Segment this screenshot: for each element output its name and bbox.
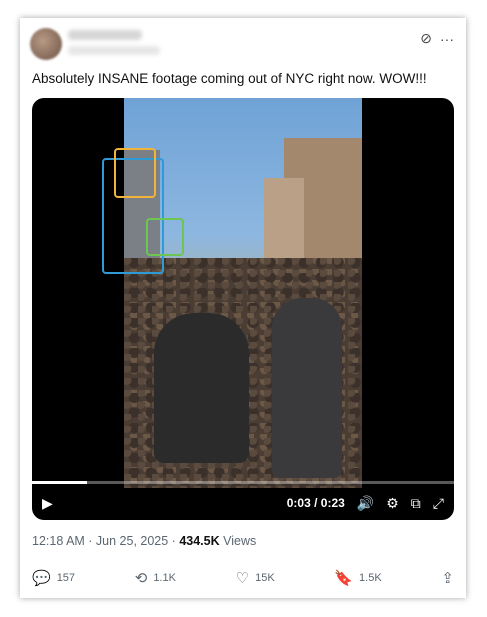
video-progress-bar[interactable] bbox=[32, 481, 454, 484]
highlight-box-green bbox=[146, 218, 184, 256]
tweet-timestamp[interactable]: 12:18 AM · Jun 25, 2025 · bbox=[32, 534, 176, 548]
like-count: 15K bbox=[255, 572, 275, 584]
share-icon: ⇪ bbox=[441, 570, 454, 587]
repost-icon: ⟲ bbox=[134, 570, 148, 587]
views-label: Views bbox=[223, 534, 257, 548]
building bbox=[264, 178, 304, 268]
reply-count: 157 bbox=[56, 572, 76, 584]
fullscreen-icon[interactable]: ⤢ bbox=[433, 495, 444, 512]
reply-icon: 💬 bbox=[32, 570, 51, 587]
video-progress-fill bbox=[32, 481, 87, 484]
pip-icon[interactable]: ⧉ bbox=[411, 495, 421, 512]
display-name-redacted[interactable] bbox=[68, 30, 142, 40]
views-count: 434.5K bbox=[179, 534, 220, 548]
gear-icon[interactable]: ⚙ bbox=[386, 495, 399, 512]
more-icon[interactable]: ··· bbox=[440, 31, 454, 47]
repost-count: 1.1K bbox=[153, 572, 176, 584]
play-icon[interactable]: ▶ bbox=[42, 495, 53, 512]
like-button[interactable]: ♡ 15K bbox=[236, 569, 275, 587]
grok-icon[interactable]: ⊘ bbox=[420, 30, 432, 47]
video-frame[interactable] bbox=[124, 98, 362, 488]
person-left bbox=[154, 313, 249, 463]
bookmark-icon: 🔖 bbox=[334, 570, 354, 587]
avatar[interactable] bbox=[30, 28, 62, 60]
video-player[interactable]: ▶ 0:03 / 0:23 🔊 ⚙ ⧉ ⤢ bbox=[32, 98, 454, 520]
video-controls-right: 0:03 / 0:23 🔊 ⚙ ⧉ ⤢ bbox=[287, 495, 444, 512]
share-button[interactable]: ⇪ bbox=[441, 569, 454, 587]
person-right bbox=[272, 298, 342, 478]
tweet-text: Absolutely INSANE footage coming out of … bbox=[32, 71, 427, 86]
handle-redacted[interactable] bbox=[68, 46, 160, 55]
tweet-top-actions: ⊘ ··· bbox=[420, 30, 454, 47]
heart-icon: ♡ bbox=[235, 570, 250, 587]
tweet-actions: 💬 157 ⟲ 1.1K ♡ 15K 🔖 1.5K ⇪ bbox=[32, 566, 454, 590]
repost-button[interactable]: ⟲ 1.1K bbox=[135, 569, 176, 587]
tweet-card: ⊘ ··· Absolutely INSANE footage coming o… bbox=[20, 18, 466, 598]
volume-icon[interactable]: 🔊 bbox=[357, 495, 374, 512]
video-time: 0:03 / 0:23 bbox=[286, 496, 345, 510]
bookmark-button[interactable]: 🔖 1.5K bbox=[334, 569, 381, 587]
reply-button[interactable]: 💬 157 bbox=[32, 569, 75, 587]
bookmark-count: 1.5K bbox=[359, 572, 382, 584]
video-controls: ▶ 0:03 / 0:23 🔊 ⚙ ⧉ ⤢ bbox=[32, 486, 454, 520]
tweet-meta: 12:18 AM · Jun 25, 2025 · 434.5K Views bbox=[32, 534, 256, 548]
highlight-box-orange bbox=[114, 148, 156, 198]
